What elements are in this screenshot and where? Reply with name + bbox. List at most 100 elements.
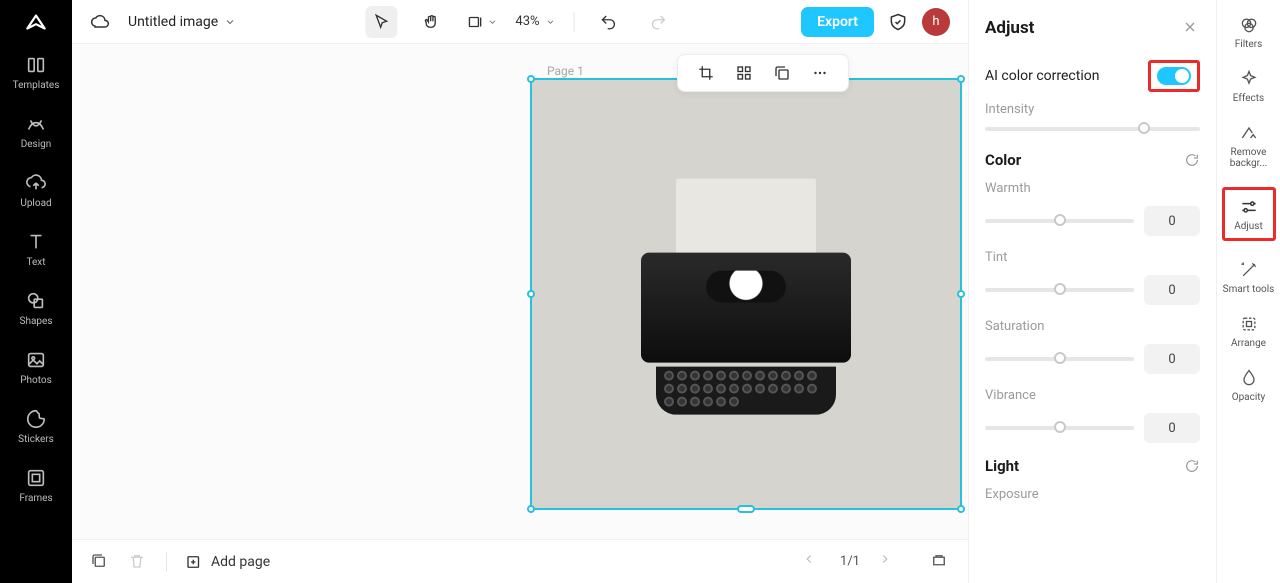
sidebar-item-shapes[interactable]: Shapes (20, 290, 53, 327)
rr-label: Remove backgr... (1222, 147, 1276, 169)
warmth-label: Warmth (985, 181, 1200, 196)
shield-icon[interactable] (888, 12, 908, 32)
saturation-slider[interactable] (985, 357, 1134, 361)
text-icon (25, 231, 47, 253)
photos-icon (25, 349, 47, 371)
effects-icon (1238, 68, 1260, 90)
resize-handle-mr[interactable] (957, 290, 965, 298)
hand-tool[interactable] (415, 6, 447, 38)
zoom-display[interactable]: 43% (515, 14, 555, 29)
resize-handle-ml[interactable] (527, 290, 535, 298)
canvas-image-content (641, 178, 851, 414)
rr-label: Adjust (1234, 221, 1263, 232)
undo-button[interactable] (593, 6, 625, 38)
sidebar-item-design[interactable]: Design (21, 113, 52, 150)
ai-color-label: AI color correction (985, 68, 1099, 84)
selected-image-frame[interactable] (530, 78, 962, 510)
resize-handle-tl[interactable] (527, 75, 535, 83)
warmth-slider[interactable] (985, 219, 1134, 223)
remove-bg-icon (1238, 122, 1260, 144)
sidebar-item-label: Text (26, 257, 45, 268)
left-sidebar: Templates Design Upload Text Shapes Phot… (0, 0, 72, 583)
resize-handle-tr[interactable] (957, 75, 965, 83)
sidebar-item-photos[interactable]: Photos (20, 349, 52, 386)
rr-label: Opacity (1232, 392, 1266, 403)
ai-color-toggle[interactable] (1157, 67, 1191, 85)
sidebar-item-templates[interactable]: Templates (13, 54, 60, 91)
bottombar: Add page 1/1 (72, 539, 968, 583)
intensity-label: Intensity (985, 102, 1200, 117)
rr-filters[interactable]: Filters (1222, 14, 1276, 50)
resize-handle-bl[interactable] (527, 505, 535, 513)
rr-label: Smart tools (1223, 284, 1275, 295)
zoom-value: 43% (515, 14, 539, 29)
filters-icon (1238, 14, 1260, 36)
layers-button[interactable] (90, 552, 110, 572)
frames-icon (25, 467, 47, 489)
design-icon (25, 113, 47, 135)
saturation-label: Saturation (985, 319, 1200, 334)
warmth-value[interactable]: 0 (1144, 206, 1200, 236)
add-page-label: Add page (211, 554, 270, 570)
export-button[interactable]: Export (801, 7, 874, 37)
light-section-title: Light (985, 457, 1019, 475)
sidebar-item-frames[interactable]: Frames (19, 467, 52, 504)
app-logo[interactable] (22, 8, 50, 36)
sidebar-item-label: Upload (20, 198, 51, 209)
canvas-area[interactable]: Page 1 (72, 44, 968, 539)
rr-arrange[interactable]: Arrange (1222, 313, 1276, 349)
sidebar-item-stickers[interactable]: Stickers (18, 408, 54, 445)
adjust-panel-title: Adjust (985, 18, 1034, 38)
opacity-icon (1238, 367, 1260, 389)
cloud-status-icon[interactable] (90, 12, 110, 32)
highlight-toggle (1148, 60, 1200, 92)
vibrance-slider[interactable] (985, 426, 1134, 430)
present-button[interactable] (930, 552, 950, 572)
sidebar-item-label: Photos (20, 375, 52, 386)
user-avatar[interactable]: h (922, 8, 950, 36)
cursor-tool[interactable] (365, 6, 397, 38)
crop-button[interactable] (696, 63, 716, 83)
resize-handle-mb[interactable] (737, 505, 755, 513)
sidebar-item-upload[interactable]: Upload (20, 172, 51, 209)
adjust-panel: Adjust AI color correction Intensity Col… (968, 0, 1216, 583)
add-page-button[interactable]: Add page (185, 553, 270, 571)
document-title[interactable]: Untitled image (128, 14, 236, 30)
saturation-value[interactable]: 0 (1144, 344, 1200, 374)
resize-handle-br[interactable] (957, 505, 965, 513)
reset-light-button[interactable] (1184, 458, 1200, 474)
page-label: Page 1 (547, 64, 584, 78)
rr-remove-bg[interactable]: Remove backgr... (1222, 122, 1276, 169)
delete-button[interactable] (128, 552, 148, 572)
sidebar-item-text[interactable]: Text (25, 231, 47, 268)
tint-value[interactable]: 0 (1144, 275, 1200, 305)
intensity-slider[interactable] (985, 127, 1200, 131)
more-button[interactable] (810, 63, 830, 83)
page-indicator: 1/1 (840, 554, 860, 569)
rr-opacity[interactable]: Opacity (1222, 367, 1276, 403)
rr-adjust[interactable]: Adjust (1222, 187, 1276, 241)
next-page-button[interactable] (878, 552, 898, 572)
rr-smart-tools[interactable]: Smart tools (1222, 259, 1276, 295)
topbar: Untitled image 43% Export h (72, 0, 968, 44)
floating-toolbar (677, 54, 849, 92)
tint-slider[interactable] (985, 288, 1134, 292)
chevron-down-icon (224, 16, 236, 28)
redo-button[interactable] (643, 6, 675, 38)
close-panel-button[interactable] (1182, 19, 1200, 37)
vibrance-value[interactable]: 0 (1144, 413, 1200, 443)
rr-effects[interactable]: Effects (1222, 68, 1276, 104)
document-title-text: Untitled image (128, 14, 218, 30)
prev-page-button[interactable] (802, 552, 822, 572)
sidebar-item-label: Templates (13, 80, 60, 91)
flip-button[interactable] (734, 63, 754, 83)
templates-icon (25, 54, 47, 76)
exposure-label: Exposure (985, 487, 1200, 502)
vibrance-label: Vibrance (985, 388, 1200, 403)
resize-tool[interactable] (465, 6, 497, 38)
sidebar-item-label: Shapes (20, 316, 53, 327)
sidebar-item-label: Frames (19, 493, 52, 504)
duplicate-button[interactable] (772, 63, 792, 83)
stickers-icon (25, 408, 47, 430)
reset-color-button[interactable] (1184, 152, 1200, 168)
